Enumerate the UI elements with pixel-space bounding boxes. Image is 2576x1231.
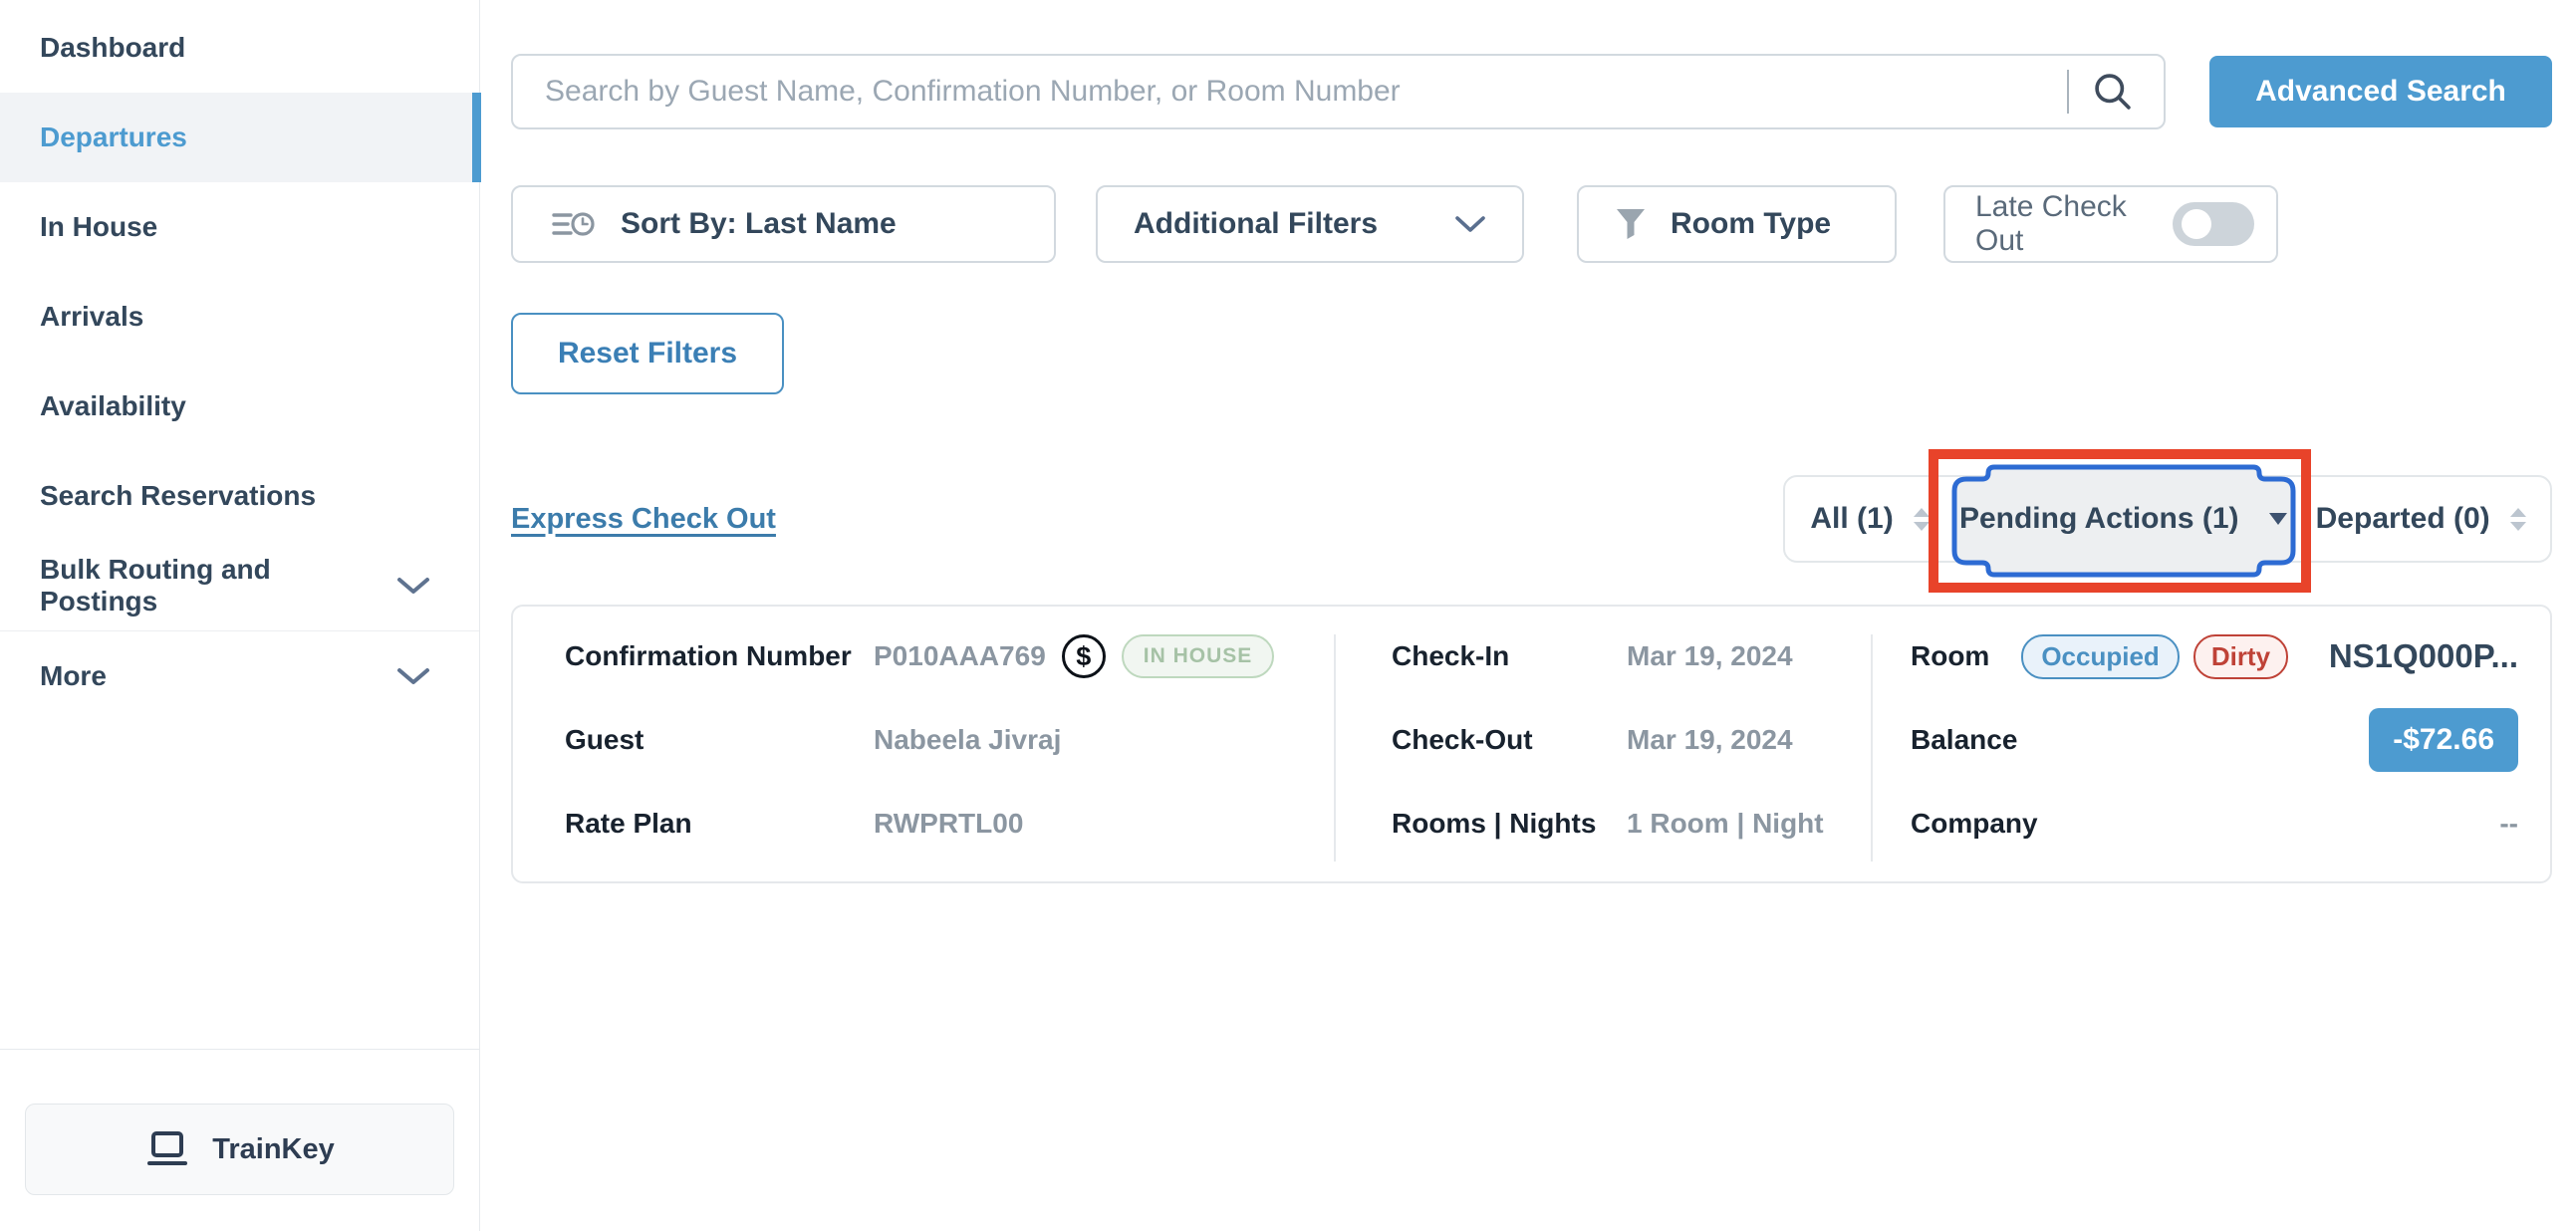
additional-filters-dropdown[interactable]: Additional Filters <box>1096 185 1524 263</box>
late-checkout-label: Late Check Out <box>1975 190 2173 258</box>
chevron-down-icon <box>395 665 431 687</box>
search-input[interactable] <box>511 54 2166 129</box>
check-in-label: Check-In <box>1392 640 1627 672</box>
rooms-nights-row: Rooms | Nights 1 Room | Night <box>1392 800 1871 848</box>
confirmation-label: Confirmation Number <box>565 640 874 672</box>
sort-arrows-icon <box>2510 508 2526 531</box>
sidebar-footer: TrainKey <box>0 1049 479 1231</box>
sidebar-item-label: In House <box>40 211 157 243</box>
late-checkout-filter: Late Check Out <box>1943 185 2278 263</box>
main-content: Advanced Search Sort By: Last Name Addit… <box>480 0 2576 1231</box>
sort-by-button[interactable]: Sort By: Last Name <box>511 185 1056 263</box>
dropdown-triangle-icon <box>2269 513 2287 525</box>
search-row: Advanced Search <box>511 54 2552 129</box>
card-column-reservation: Confirmation Number P010AAA769 $ IN HOUS… <box>513 607 1334 881</box>
room-row: Room Occupied Dirty NS1Q000P... <box>1911 632 2518 680</box>
sidebar-item-search-reservations[interactable]: Search Reservations <box>0 451 479 541</box>
tab-all-label: All (1) <box>1810 502 1893 536</box>
sidebar-item-arrivals[interactable]: Arrivals <box>0 272 479 362</box>
filter-row: Sort By: Last Name Additional Filters Ro… <box>511 185 2552 263</box>
sidebar-item-availability[interactable]: Availability <box>0 362 479 451</box>
sidebar-item-label: Dashboard <box>40 32 185 64</box>
guest-row: Guest Nabeela Jivraj <box>565 716 1334 764</box>
tab-all[interactable]: All (1) <box>1785 477 1954 561</box>
confirmation-row: Confirmation Number P010AAA769 $ IN HOUS… <box>565 632 1334 680</box>
sidebar-item-label: Availability <box>40 390 186 422</box>
sort-by-time-icon <box>551 207 597 241</box>
sort-by-label: Sort By: Last Name <box>621 207 897 241</box>
rooms-nights-value: 1 Room | Night <box>1627 808 1824 840</box>
sidebar-item-label: More <box>40 660 107 692</box>
advanced-search-button[interactable]: Advanced Search <box>2209 56 2552 127</box>
company-value: -- <box>2499 808 2518 840</box>
sidebar-item-label: Arrivals <box>40 301 143 333</box>
guest-label: Guest <box>565 724 874 756</box>
search-icon[interactable] <box>2090 69 2136 120</box>
room-number-value[interactable]: NS1Q000P... <box>2329 637 2518 675</box>
sidebar-item-label: Bulk Routing and Postings <box>40 554 395 617</box>
check-in-row: Check-In Mar 19, 2024 <box>1392 632 1871 680</box>
rate-plan-label: Rate Plan <box>565 808 874 840</box>
check-in-value: Mar 19, 2024 <box>1627 640 1793 672</box>
list-header-row: Express Check Out All (1) Pending Action… <box>511 475 2552 563</box>
express-checkout-link[interactable]: Express Check Out <box>511 503 776 536</box>
trainkey-button[interactable]: TrainKey <box>25 1104 454 1195</box>
trainkey-label: TrainKey <box>212 1133 335 1166</box>
in-house-badge: IN HOUSE <box>1122 634 1275 678</box>
app-root: Dashboard Departures In House Arrivals A… <box>0 0 2576 1231</box>
sidebar: Dashboard Departures In House Arrivals A… <box>0 0 480 1231</box>
tab-pending-actions[interactable]: Pending Actions (1) <box>1954 477 2291 561</box>
check-out-value: Mar 19, 2024 <box>1627 724 1793 756</box>
sort-arrows-icon <box>1914 508 1930 531</box>
reset-filters-button[interactable]: Reset Filters <box>511 313 784 394</box>
chevron-down-icon <box>395 575 431 597</box>
rate-plan-row: Rate Plan RWPRTL00 <box>565 800 1334 848</box>
toggle-knob <box>2182 209 2211 239</box>
occupied-badge[interactable]: Occupied <box>2021 634 2179 679</box>
check-out-label: Check-Out <box>1392 724 1627 756</box>
balance-row: Balance -$72.66 <box>1911 716 2518 764</box>
room-label: Room <box>1911 640 1989 672</box>
laptop-icon <box>144 1130 190 1168</box>
check-out-row: Check-Out Mar 19, 2024 <box>1392 716 1871 764</box>
search-input-wrapper <box>511 54 2166 129</box>
chevron-down-icon <box>1454 214 1486 234</box>
search-divider <box>2067 70 2069 114</box>
late-checkout-toggle[interactable] <box>2173 202 2254 246</box>
sidebar-item-in-house[interactable]: In House <box>0 182 479 272</box>
sidebar-item-bulk-routing[interactable]: Bulk Routing and Postings <box>0 541 479 630</box>
reservation-card: Confirmation Number P010AAA769 $ IN HOUS… <box>511 605 2552 883</box>
sidebar-item-label: Search Reservations <box>40 480 316 512</box>
balance-label: Balance <box>1911 724 2017 756</box>
payment-dollar-icon[interactable]: $ <box>1062 634 1106 678</box>
card-column-stay: Check-In Mar 19, 2024 Check-Out Mar 19, … <box>1334 607 1871 881</box>
sidebar-item-more[interactable]: More <box>0 631 479 721</box>
balance-button[interactable]: -$72.66 <box>2369 708 2518 772</box>
guest-value: Nabeela Jivraj <box>874 724 1061 756</box>
card-column-room: Room Occupied Dirty NS1Q000P... Balance … <box>1871 607 2550 881</box>
status-tabs: All (1) Pending Actions (1) Departed (0) <box>1783 475 2552 563</box>
tab-departed[interactable]: Departed (0) <box>2291 477 2550 561</box>
room-type-filter-button[interactable]: Room Type <box>1577 185 1897 263</box>
room-type-label: Room Type <box>1671 207 1831 241</box>
confirmation-value[interactable]: P010AAA769 <box>874 640 1046 672</box>
company-label: Company <box>1911 808 2038 840</box>
rate-plan-value: RWPRTL00 <box>874 808 1023 840</box>
additional-filters-label: Additional Filters <box>1134 207 1378 241</box>
company-row: Company -- <box>1911 800 2518 848</box>
dirty-badge[interactable]: Dirty <box>2193 634 2288 679</box>
sidebar-item-dashboard[interactable]: Dashboard <box>0 3 479 93</box>
tab-pending-label: Pending Actions (1) <box>1959 502 2239 536</box>
tab-departed-label: Departed (0) <box>2316 502 2490 536</box>
sidebar-item-label: Departures <box>40 122 187 153</box>
rooms-nights-label: Rooms | Nights <box>1392 808 1627 840</box>
sidebar-nav: Dashboard Departures In House Arrivals A… <box>0 0 479 721</box>
sidebar-item-departures[interactable]: Departures <box>0 93 479 182</box>
funnel-icon <box>1615 207 1647 241</box>
